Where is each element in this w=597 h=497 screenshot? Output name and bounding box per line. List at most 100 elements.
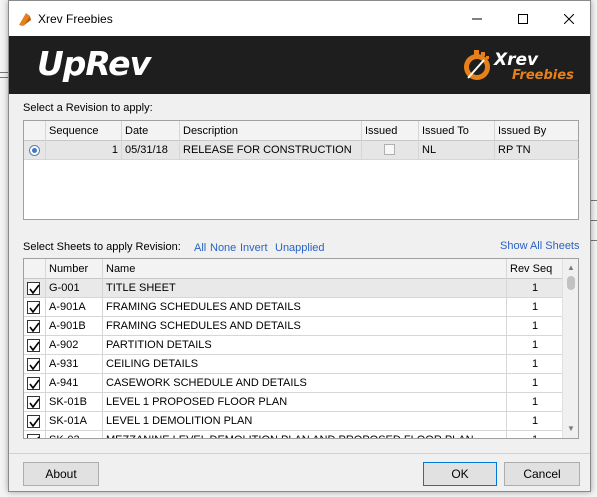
revision-issued-cell — [362, 141, 419, 160]
header-sequence[interactable]: Sequence — [46, 121, 122, 141]
sheet-rev-seq: 1 — [507, 355, 564, 374]
header-number[interactable]: Number — [46, 259, 103, 279]
checkmark-icon — [37, 436, 40, 438]
sheet-check-cell[interactable] — [24, 279, 46, 298]
sheet-row[interactable]: A-901A FRAMING SCHEDULES AND DETAILS 1 — [24, 298, 564, 317]
sheet-name: MEZZANINE LEVEL DEMOLITION PLAN AND PROP… — [103, 431, 507, 438]
sheet-checkbox[interactable] — [27, 339, 40, 352]
filter-none-link[interactable]: None — [210, 242, 236, 254]
sheet-name: LEVEL 1 DEMOLITION PLAN — [103, 412, 507, 431]
xrev-emblem-icon — [464, 50, 490, 80]
footer-divider — [9, 453, 590, 454]
filter-invert-link[interactable]: Invert — [240, 242, 268, 254]
checkmark-icon — [29, 322, 40, 333]
ok-button[interactable]: OK — [423, 462, 497, 486]
revisions-header: Sequence Date Description Issued Issued … — [24, 121, 578, 141]
sheet-row[interactable]: G-001 TITLE SHEET 1 — [24, 279, 564, 298]
scroll-thumb[interactable] — [567, 276, 575, 290]
sheet-rev-seq: 1 — [507, 336, 564, 355]
brand-bottom-text: Freebies — [512, 68, 574, 83]
sheet-name: CEILING DETAILS — [103, 355, 507, 374]
sheet-check-cell[interactable] — [24, 393, 46, 412]
maximize-button[interactable] — [500, 1, 546, 36]
revision-section-label: Select a Revision to apply: — [23, 102, 153, 114]
revision-date: 05/31/18 — [122, 141, 180, 160]
sheet-rev-seq: 1 — [507, 374, 564, 393]
sheet-row[interactable]: A-931 CEILING DETAILS 1 — [24, 355, 564, 374]
sheet-rev-seq: 1 — [507, 317, 564, 336]
sheet-row[interactable]: A-941 CASEWORK SCHEDULE AND DETAILS 1 — [24, 374, 564, 393]
header-description[interactable]: Description — [180, 121, 362, 141]
checkmark-icon — [29, 284, 40, 295]
filter-unapplied-link[interactable]: Unapplied — [275, 242, 325, 254]
sheet-check-cell[interactable] — [24, 317, 46, 336]
header-issued[interactable]: Issued — [362, 121, 419, 141]
sheet-name: LEVEL 1 PROPOSED FLOOR PLAN — [103, 393, 507, 412]
sheet-checkbox[interactable] — [27, 396, 40, 409]
sheet-checkbox[interactable] — [27, 301, 40, 314]
revision-issued-to: NL — [419, 141, 495, 160]
sheet-check-cell[interactable] — [24, 412, 46, 431]
sheet-number: SK-03 — [46, 431, 103, 438]
dialog-window: Xrev Freebies UpRev Xrev Freebies Select… — [8, 0, 591, 492]
sheet-checkbox[interactable] — [27, 415, 40, 428]
sheet-checkbox[interactable] — [27, 358, 40, 371]
cancel-button[interactable]: Cancel — [504, 462, 580, 486]
revision-select-cell[interactable] — [24, 141, 46, 160]
filter-all-link[interactable]: All — [194, 242, 206, 254]
xrev-freebies-logo: Xrev Freebies — [460, 44, 580, 88]
sheet-checkbox[interactable] — [27, 282, 40, 295]
sheet-check-cell[interactable] — [24, 336, 46, 355]
sheet-row[interactable]: SK-01B LEVEL 1 PROPOSED FLOOR PLAN 1 — [24, 393, 564, 412]
sheet-check-cell[interactable] — [24, 374, 46, 393]
sheets-section-label: Select Sheets to apply Revision: — [23, 241, 181, 253]
sheet-number: SK-01A — [46, 412, 103, 431]
scroll-down-icon[interactable]: ▼ — [563, 422, 578, 436]
sheets-header: Number Name Rev Seq — [24, 259, 564, 279]
sheet-check-cell[interactable] — [24, 298, 46, 317]
minimize-button[interactable] — [454, 1, 500, 36]
sheet-name: PARTITION DETAILS — [103, 336, 507, 355]
sheet-row[interactable]: SK-03MEZZANINE LEVEL DEMOLITION PLAN AND… — [24, 431, 564, 438]
sheet-check-cell[interactable] — [24, 355, 46, 374]
maximize-icon — [518, 13, 528, 24]
sheet-number: A-941 — [46, 374, 103, 393]
sheet-number: G-001 — [46, 279, 103, 298]
sheet-checkbox[interactable] — [27, 377, 40, 390]
header-issued-by[interactable]: Issued By — [495, 121, 579, 141]
issued-checkbox — [384, 144, 395, 155]
about-button[interactable]: About — [23, 462, 99, 486]
header-date[interactable]: Date — [122, 121, 180, 141]
sheet-checkbox[interactable] — [27, 320, 40, 333]
header-rev-seq[interactable]: Rev Seq — [507, 259, 564, 279]
header-select — [24, 121, 46, 141]
revision-row[interactable]: 1 05/31/18 RELEASE FOR CONSTRUCTION NL R… — [24, 141, 579, 160]
sheet-checkbox[interactable] — [27, 434, 40, 438]
xrev-app-icon — [19, 13, 31, 26]
window-title: Xrev Freebies — [38, 12, 113, 26]
checkmark-icon — [29, 417, 40, 428]
checkmark-icon — [29, 303, 40, 314]
sheet-row[interactable]: A-902 PARTITION DETAILS 1 — [24, 336, 564, 355]
revision-sequence: 1 — [46, 141, 122, 160]
sheets-table: Number Name Rev Seq G-001 TITLE SHEET 1 A-9… — [23, 258, 579, 439]
revision-radio[interactable] — [29, 145, 40, 156]
sheet-name: TITLE SHEET — [103, 279, 507, 298]
uprev-logo: UpRev — [37, 44, 151, 83]
revision-issued-by: RP TN — [495, 141, 579, 160]
sheet-row[interactable]: A-901B FRAMING SCHEDULES AND DETAILS 1 — [24, 317, 564, 336]
sheet-number: SK-01B — [46, 393, 103, 412]
sheet-number: A-901A — [46, 298, 103, 317]
sheets-scrollbar[interactable]: ▲ ▼ — [562, 259, 578, 438]
close-button[interactable] — [546, 1, 592, 36]
scroll-up-icon[interactable]: ▲ — [563, 261, 578, 275]
sheet-number: A-901B — [46, 317, 103, 336]
show-all-sheets-link[interactable]: Show All Sheets — [500, 240, 580, 252]
header-name[interactable]: Name — [103, 259, 507, 279]
sheet-row[interactable]: SK-01A LEVEL 1 DEMOLITION PLAN 1 — [24, 412, 564, 431]
sheet-check-cell[interactable] — [24, 431, 46, 438]
header-issued-to[interactable]: Issued To — [419, 121, 495, 141]
sheet-name: CASEWORK SCHEDULE AND DETAILS — [103, 374, 507, 393]
sheet-rev-seq: 1 — [507, 431, 564, 438]
checkmark-icon — [29, 398, 40, 409]
